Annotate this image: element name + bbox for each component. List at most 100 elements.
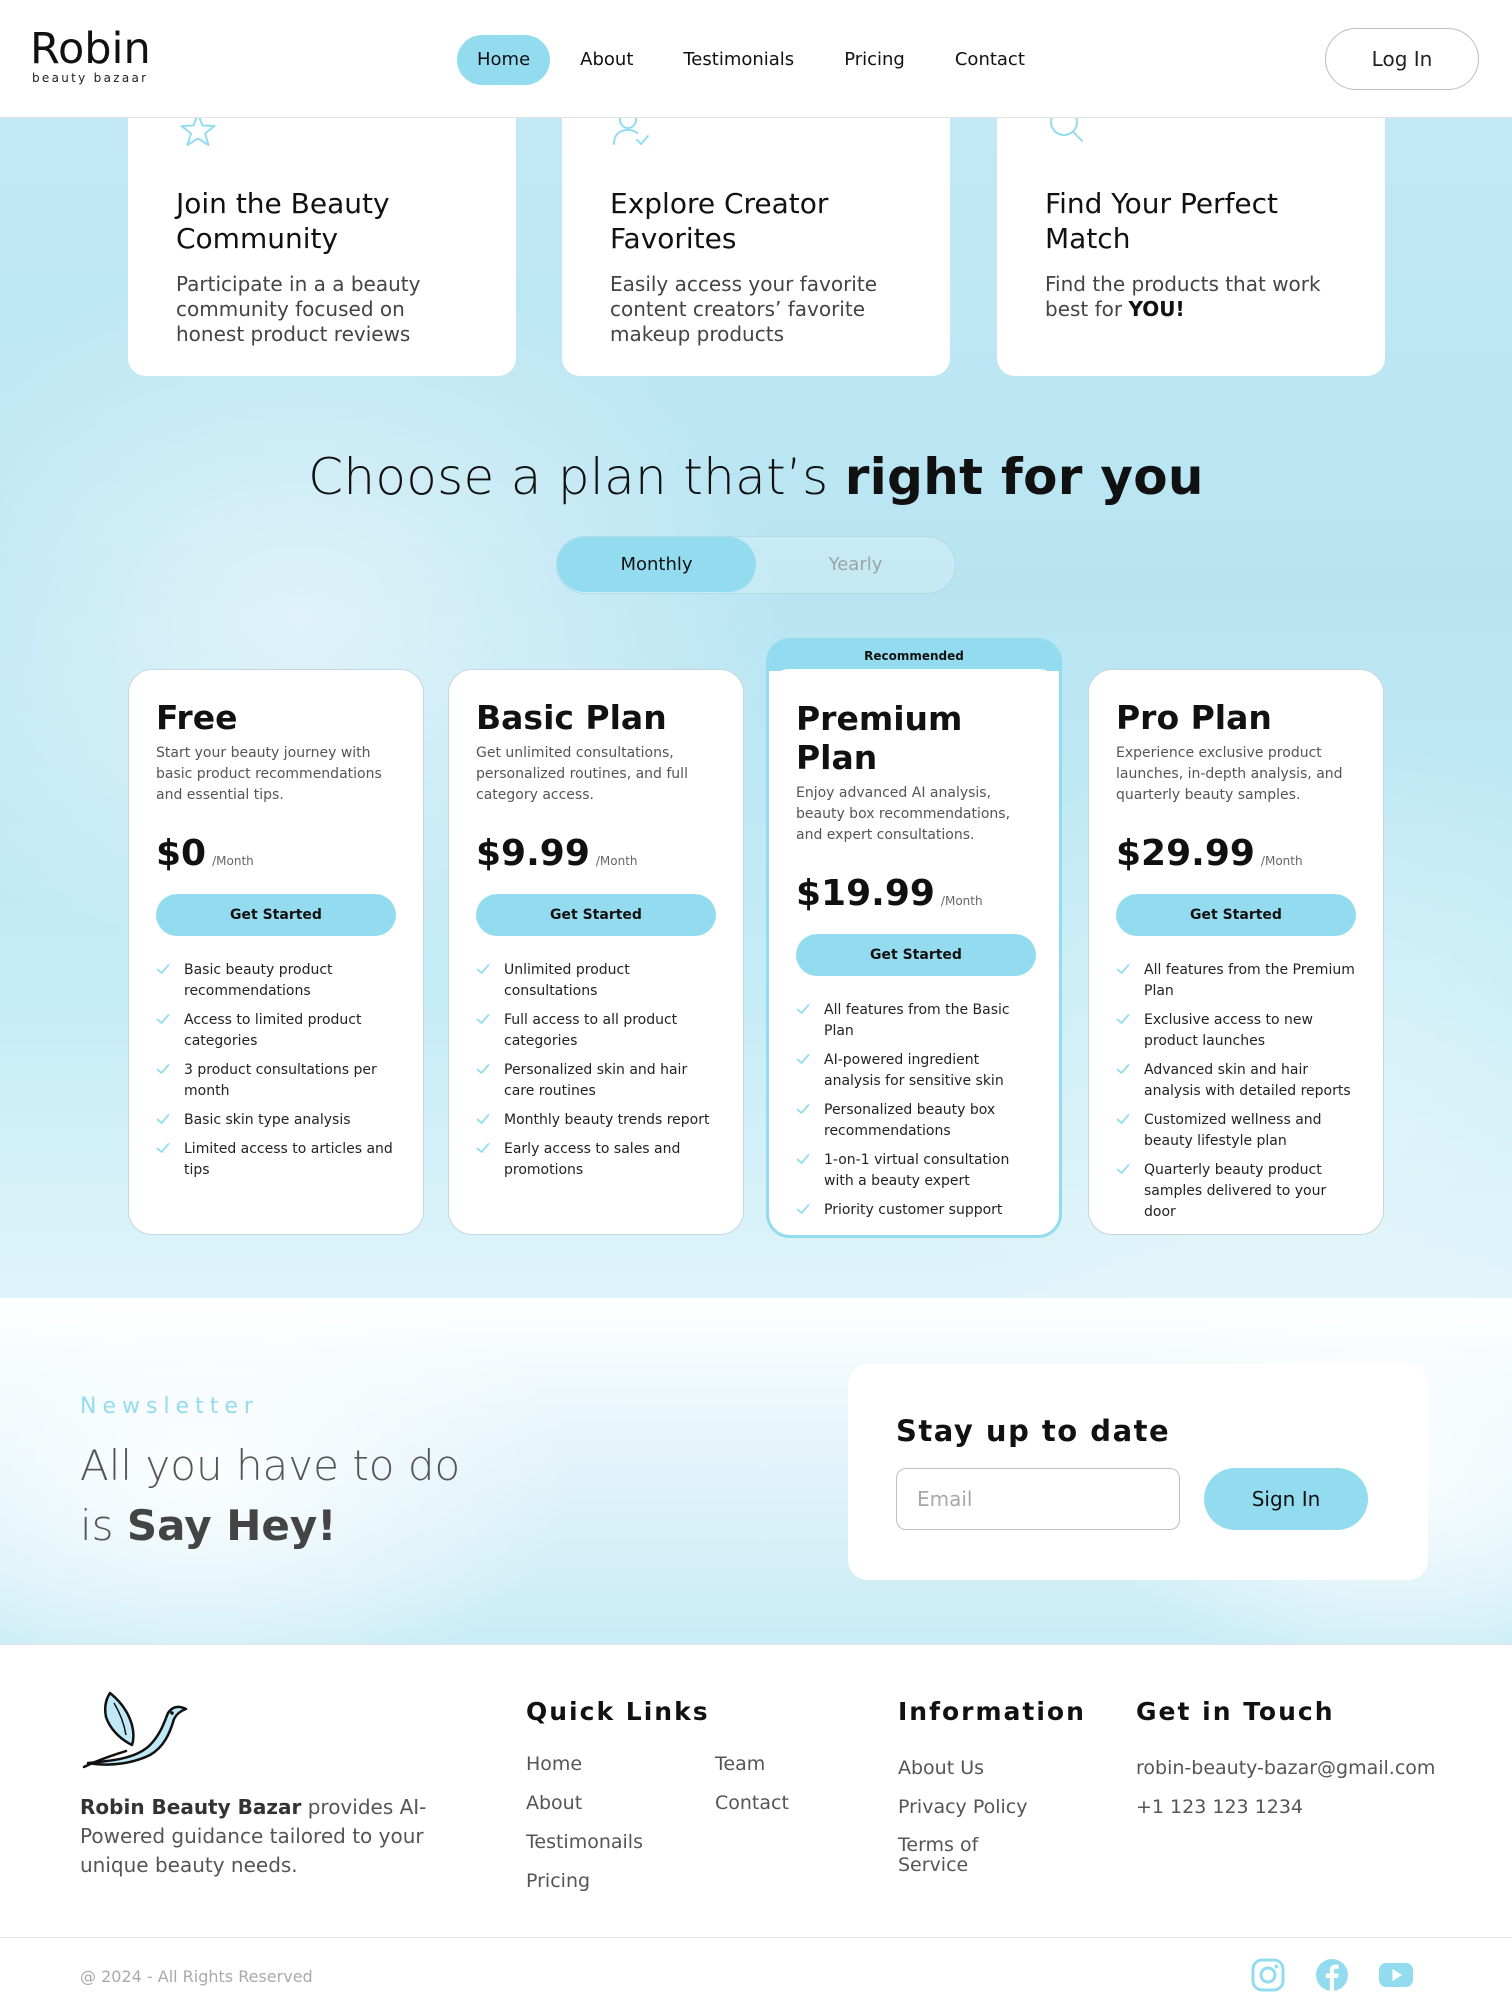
footer: Robin Beauty Bazar provides AI-Powered g… xyxy=(0,1644,1512,2016)
brand-tagline: beauty bazaar xyxy=(32,71,149,85)
feature-label: All features from the Premium Plan xyxy=(1144,962,1355,999)
list-item: Quarterly beauty product samples deliver… xyxy=(1116,1160,1357,1223)
facebook-icon[interactable] xyxy=(1314,1957,1350,1993)
bird-logo-icon xyxy=(82,1691,188,1769)
newsletter-card-title: Stay up to date xyxy=(896,1414,1171,1448)
footer-link-team[interactable]: Team xyxy=(715,1753,765,1775)
list-item: Basic beauty product recommendations xyxy=(156,960,397,1002)
newsletter-heading-prefix: is xyxy=(80,1501,127,1550)
plans-heading-bold: right for you xyxy=(844,448,1204,506)
quick-links-heading: Quick Links xyxy=(526,1697,710,1726)
check-icon xyxy=(156,1143,170,1153)
footer-link-privacy-policy[interactable]: Privacy Policy xyxy=(898,1796,1027,1818)
information-heading: Information xyxy=(898,1697,1086,1726)
price-period: /Month xyxy=(940,894,983,908)
check-icon xyxy=(156,1114,170,1124)
list-item: Full access to all product categories xyxy=(476,1010,717,1052)
footer-link-contact[interactable]: Contact xyxy=(715,1792,789,1814)
plan-name: Basic Plan xyxy=(476,698,667,737)
plan-price: $0 xyxy=(156,833,207,874)
sign-in-button[interactable]: Sign In xyxy=(1204,1468,1368,1530)
plan-feature-list: All features from the Premium Plan Exclu… xyxy=(1116,960,1357,1223)
feature-text-bold: YOU! xyxy=(1128,297,1185,321)
youtube-icon[interactable] xyxy=(1378,1957,1414,1993)
footer-about-text: Robin Beauty Bazar provides AI-Powered g… xyxy=(80,1793,460,1880)
nav-links: Home About Testimonials Pricing Contact xyxy=(457,35,1055,85)
plan-feature-list: Basic beauty product recommendations Acc… xyxy=(156,960,397,1181)
feature-label: Unlimited product consultations xyxy=(504,962,630,999)
footer-link-about-us[interactable]: About Us xyxy=(898,1757,984,1779)
login-button[interactable]: Log In xyxy=(1325,28,1479,90)
list-item: Exclusive access to new product launches xyxy=(1116,1010,1357,1052)
list-item: Basic skin type analysis xyxy=(156,1110,397,1131)
check-icon xyxy=(1116,1014,1130,1024)
feature-card-match: Find Your Perfect Match Find the product… xyxy=(997,110,1385,376)
plan-price: $19.99 xyxy=(796,873,935,914)
brand-logo[interactable]: Robin beauty bazaar xyxy=(30,26,151,85)
newsletter-heading-bold: Say Hey! xyxy=(126,1501,337,1550)
toggle-yearly[interactable]: Yearly xyxy=(756,537,955,592)
feature-label: Basic skin type analysis xyxy=(184,1112,351,1128)
instagram-icon[interactable] xyxy=(1250,1957,1286,1993)
get-started-button[interactable]: Get Started xyxy=(1116,894,1356,936)
plan-description: Get unlimited consultations, personalize… xyxy=(476,745,688,803)
footer-link-home[interactable]: Home xyxy=(526,1753,582,1775)
feature-label: 3 product consultations per month xyxy=(184,1062,377,1099)
list-item: Personalized skin and hair care routines xyxy=(476,1060,717,1102)
footer-link-testimonials[interactable]: Testimonails xyxy=(526,1831,643,1853)
plans-heading-light: Choose a plan that’s xyxy=(308,448,845,506)
feature-title: Find Your Perfect Match xyxy=(1045,187,1279,255)
feature-label: Monthly beauty trends report xyxy=(504,1112,710,1128)
feature-label: Access to limited product categories xyxy=(184,1012,362,1049)
list-item: Advanced skin and hair analysis with det… xyxy=(1116,1060,1357,1102)
email-input[interactable] xyxy=(896,1468,1180,1530)
footer-contact-email[interactable]: robin-beauty-bazar@gmail.com xyxy=(1136,1757,1435,1779)
nav-link-pricing[interactable]: Pricing xyxy=(824,35,925,85)
check-icon xyxy=(476,964,490,974)
footer-contact-phone[interactable]: +1 123 123 1234 xyxy=(1136,1796,1303,1818)
plan-card-basic: Basic Plan Get unlimited consultations, … xyxy=(448,669,744,1235)
price-row: $9.99 /Month xyxy=(476,833,717,874)
price-period: /Month xyxy=(1260,854,1303,868)
footer-brand-name: Robin Beauty Bazar xyxy=(80,1795,302,1819)
feature-title: Explore Creator Favorites xyxy=(610,187,829,255)
check-icon xyxy=(796,1054,810,1064)
toggle-monthly[interactable]: Monthly xyxy=(557,537,756,592)
footer-link-terms[interactable]: Terms of Service xyxy=(898,1835,1008,1875)
feature-label: Basic beauty product recommendations xyxy=(184,962,333,999)
footer-link-about[interactable]: About xyxy=(526,1792,582,1814)
list-item: 1-on-1 virtual consultation with a beaut… xyxy=(796,1150,1033,1192)
list-item: Access to limited product categories xyxy=(156,1010,397,1052)
copyright-text: @ 2024 - All Rights Reserved xyxy=(80,1967,313,1986)
newsletter-signup-card: Stay up to date Sign In xyxy=(848,1364,1428,1580)
get-started-button[interactable]: Get Started xyxy=(476,894,716,936)
check-icon xyxy=(1116,964,1130,974)
price-row: $29.99 /Month xyxy=(1116,833,1357,874)
nav-link-about[interactable]: About xyxy=(560,35,653,85)
feature-label: Full access to all product categories xyxy=(504,1012,678,1049)
plan-feature-list: Unlimited product consultations Full acc… xyxy=(476,960,717,1181)
get-started-button[interactable]: Get Started xyxy=(796,934,1036,976)
card-top-curve xyxy=(769,669,1059,697)
check-icon xyxy=(156,964,170,974)
plan-name: Premium Plan xyxy=(796,699,963,777)
list-item: Priority customer support xyxy=(796,1200,1033,1221)
get-in-touch-heading: Get in Touch xyxy=(1136,1697,1335,1726)
check-icon xyxy=(796,1154,810,1164)
footer-link-pricing[interactable]: Pricing xyxy=(526,1870,590,1892)
feature-text: Participate in a a beauty community focu… xyxy=(176,272,421,346)
check-icon xyxy=(796,1104,810,1114)
nav-link-contact[interactable]: Contact xyxy=(935,35,1045,85)
newsletter-heading-line2: is Say Hey! xyxy=(80,1496,460,1556)
plan-description: Experience exclusive product launches, i… xyxy=(1116,745,1343,803)
list-item: All features from the Basic Plan xyxy=(796,1000,1033,1042)
nav-link-home[interactable]: Home xyxy=(457,35,551,85)
get-started-button[interactable]: Get Started xyxy=(156,894,396,936)
plan-price: $9.99 xyxy=(476,833,590,874)
list-item: Personalized beauty box recommendations xyxy=(796,1100,1033,1142)
check-icon xyxy=(796,1004,810,1014)
nav-link-testimonials[interactable]: Testimonials xyxy=(663,35,814,85)
check-icon xyxy=(796,1204,810,1214)
plan-card-pro: Pro Plan Experience exclusive product la… xyxy=(1088,669,1384,1235)
recommended-badge: Recommended xyxy=(769,641,1059,671)
